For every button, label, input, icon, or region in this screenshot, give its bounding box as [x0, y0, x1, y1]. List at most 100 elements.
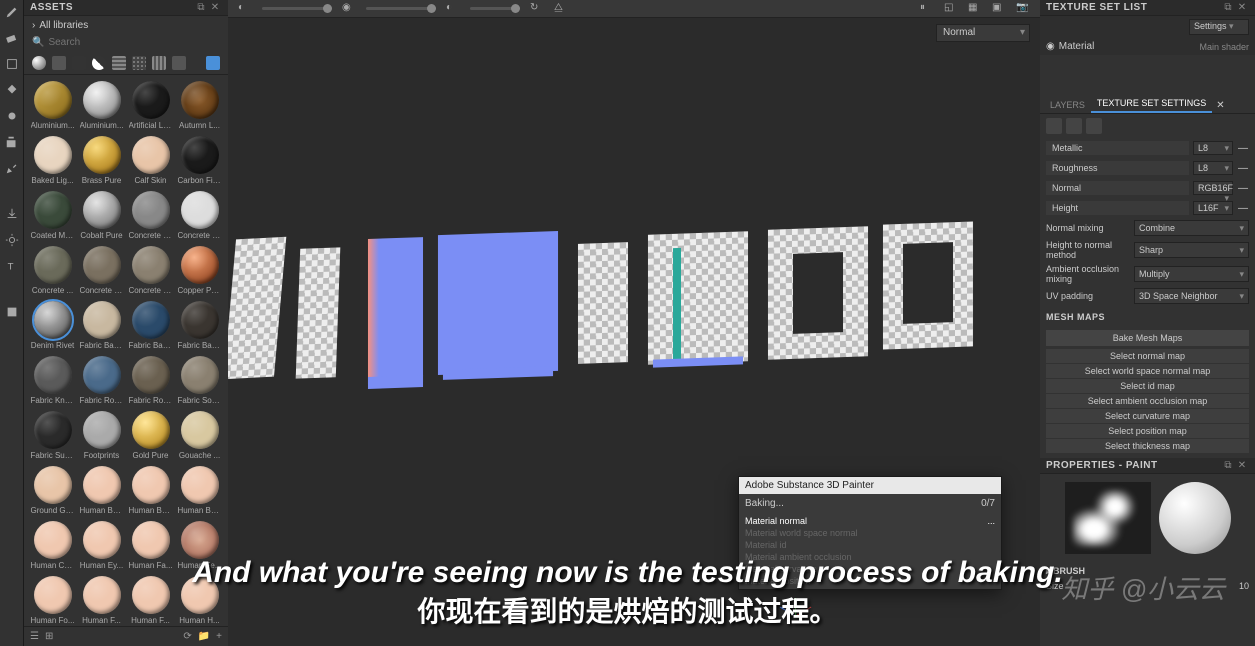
smudge-tool-icon[interactable] — [4, 108, 20, 124]
tree-view-icon[interactable]: ⊞ — [45, 631, 53, 642]
material-item[interactable]: Artificial Le... — [128, 81, 173, 130]
material-item[interactable]: Ground Gr... — [30, 466, 75, 515]
select-map-button[interactable]: Select thickness map — [1046, 439, 1249, 453]
camera-icon[interactable]: 📷 — [1016, 2, 1030, 16]
close-icon[interactable]: ✕ — [1235, 460, 1249, 471]
brush-tool-icon[interactable] — [4, 4, 20, 20]
material-item[interactable]: Fabric Bas... — [128, 301, 173, 350]
filter-textures-icon[interactable] — [72, 56, 86, 70]
close-icon[interactable]: ✕ — [208, 2, 222, 13]
remove-channel-button[interactable]: — — [1237, 163, 1249, 174]
material-item[interactable]: Fabric Suit... — [30, 411, 75, 460]
material-item[interactable]: Concrete C... — [177, 191, 222, 240]
size-icon[interactable]: ◐ — [238, 2, 252, 16]
material-item[interactable]: Cobalt Pure — [79, 191, 124, 240]
filter-smart-icon[interactable] — [52, 56, 66, 70]
filter-materials-icon[interactable] — [32, 56, 46, 70]
bake-mesh-maps-button[interactable]: Bake Mesh Maps — [1046, 330, 1249, 346]
material-item[interactable]: Human Fo... — [30, 576, 75, 625]
material-item[interactable]: Copper Pure — [177, 246, 222, 295]
flow-icon[interactable]: ◉ — [342, 2, 356, 16]
material-item[interactable]: Human Bu... — [177, 466, 222, 515]
tab-texture-set-settings[interactable]: TEXTURE SET SETTINGS — [1091, 95, 1212, 113]
material-item[interactable]: Human Ba... — [79, 466, 124, 515]
close-tab-icon[interactable]: ✕ — [1212, 98, 1228, 113]
setting-dropdown[interactable]: Combine — [1134, 220, 1249, 236]
channel-format-dropdown[interactable]: RGB16F — [1193, 181, 1233, 195]
material-item[interactable]: Concrete S... — [79, 246, 124, 295]
flow-slider[interactable] — [366, 7, 436, 10]
setting-dropdown[interactable]: 3D Space Neighbor — [1134, 288, 1249, 304]
material-item[interactable]: Human Be... — [128, 466, 173, 515]
remove-channel-button[interactable]: — — [1237, 183, 1249, 194]
channel-format-dropdown[interactable]: L8 — [1193, 161, 1233, 175]
projection-tool-icon[interactable] — [4, 56, 20, 72]
material-item[interactable]: Concrete B... — [128, 191, 173, 240]
mode-icon-3[interactable] — [1086, 118, 1102, 134]
undock-icon[interactable]: ⧉ — [1221, 460, 1235, 471]
symmetry-icon[interactable]: ⧋ — [554, 2, 568, 16]
undock-icon[interactable]: ⧉ — [194, 2, 208, 13]
material-item[interactable]: Gold Pure — [128, 411, 173, 460]
filter-brushes-icon[interactable] — [112, 56, 126, 70]
material-item[interactable]: Fabric Bas... — [79, 301, 124, 350]
view-2d-icon[interactable]: ▦ — [968, 2, 982, 16]
opacity-slider[interactable] — [470, 7, 520, 10]
render-mode-dropdown[interactable]: Normal — [936, 24, 1030, 42]
perspective-icon[interactable]: ◱ — [944, 2, 958, 16]
material-item[interactable]: Fabric Bas... — [177, 301, 222, 350]
material-item[interactable]: Fabric Rou... — [79, 356, 124, 405]
material-item[interactable]: Aluminium... — [30, 81, 75, 130]
view-3d-icon[interactable]: ▣ — [992, 2, 1006, 16]
material-item[interactable]: Autumn L... — [177, 81, 222, 130]
material-item[interactable]: Fabric Knit... — [30, 356, 75, 405]
library-selector[interactable]: All libraries — [24, 16, 228, 35]
font-icon[interactable]: T — [4, 258, 20, 274]
select-map-button[interactable]: Select position map — [1046, 424, 1249, 438]
material-item[interactable]: Footprints — [79, 411, 124, 460]
material-item[interactable]: Carbon Fiber — [177, 136, 222, 185]
view-grid-icon[interactable] — [206, 56, 220, 70]
select-map-button[interactable]: Select normal map — [1046, 349, 1249, 363]
visibility-icon[interactable]: ◉ — [1046, 41, 1055, 52]
filter-env-icon[interactable] — [152, 56, 166, 70]
size-slider[interactable] — [262, 7, 332, 10]
setting-dropdown[interactable]: Multiply — [1134, 266, 1249, 282]
channel-format-dropdown[interactable]: L8 — [1193, 141, 1233, 155]
fill-tool-icon[interactable] — [4, 82, 20, 98]
viewport-3d[interactable]: Normal Adobe Substance 3D Painter Baking… — [228, 18, 1040, 646]
misc-tool-icon[interactable] — [4, 304, 20, 320]
material-item[interactable]: Fabric Rou... — [128, 356, 173, 405]
material-item[interactable]: Brass Pure — [79, 136, 124, 185]
select-map-button[interactable]: Select ambient occlusion map — [1046, 394, 1249, 408]
search-input[interactable] — [48, 37, 220, 48]
material-item[interactable]: Denim Rivet — [30, 301, 75, 350]
close-icon[interactable]: ✕ — [1235, 2, 1249, 13]
filter-more-icon[interactable] — [172, 56, 186, 70]
setting-dropdown[interactable]: Sharp — [1134, 242, 1249, 258]
settings-dropdown[interactable]: Settings — [1189, 19, 1249, 35]
remove-channel-button[interactable]: — — [1237, 203, 1249, 214]
material-item[interactable]: Gouache ... — [177, 411, 222, 460]
select-map-button[interactable]: Select curvature map — [1046, 409, 1249, 423]
undock-icon[interactable]: ⧉ — [1221, 2, 1235, 13]
material-item[interactable]: Concrete S... — [128, 246, 173, 295]
material-item[interactable]: Aluminium... — [79, 81, 124, 130]
mode-icon-2[interactable] — [1066, 118, 1082, 134]
refresh-icon[interactable]: ⟳ — [183, 631, 191, 642]
mode-icon-1[interactable] — [1046, 118, 1062, 134]
filter-particles-icon[interactable] — [132, 56, 146, 70]
material-item[interactable]: Calf Skin — [128, 136, 173, 185]
material-item[interactable]: Human Ch... — [30, 521, 75, 570]
material-item[interactable]: Human F... — [79, 576, 124, 625]
remove-channel-button[interactable]: — — [1237, 143, 1249, 154]
rotation-icon[interactable]: ↻ — [530, 2, 544, 16]
material-item[interactable]: Concrete ... — [30, 246, 75, 295]
settings-icon[interactable] — [4, 232, 20, 248]
select-map-button[interactable]: Select world space normal map — [1046, 364, 1249, 378]
select-map-button[interactable]: Select id map — [1046, 379, 1249, 393]
pause-icon[interactable]: ⏸ — [920, 2, 934, 16]
material-row[interactable]: ◉ Material Main shader — [1040, 38, 1255, 55]
add-icon[interactable]: + — [216, 631, 222, 642]
channel-format-dropdown[interactable]: L16F — [1193, 201, 1233, 215]
